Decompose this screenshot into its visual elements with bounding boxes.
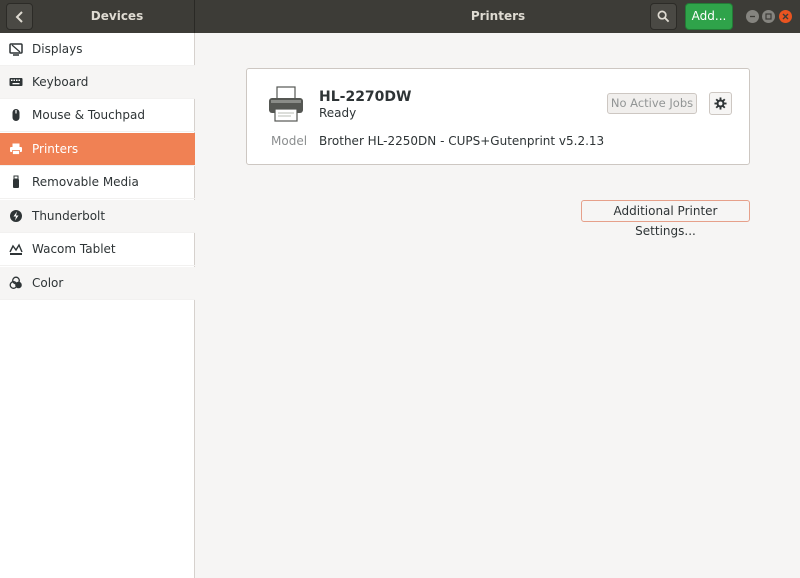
close-icon (782, 13, 789, 20)
sidebar-item-printers[interactable]: Printers (0, 133, 195, 166)
devices-title: Devices (90, 9, 144, 23)
color-icon (0, 276, 32, 290)
sidebar-item-label: Wacom Tablet (32, 242, 116, 256)
tablet-icon (0, 242, 32, 256)
sidebar-item-color[interactable]: Color (0, 267, 195, 300)
add-printer-button[interactable]: Add... (685, 3, 733, 30)
printer-icon (269, 86, 303, 122)
printer-card: HL-2270DW Ready No Active Jobs Model Bro… (246, 68, 750, 165)
header-bar: Devices Printers Add... (0, 0, 800, 33)
sidebar-item-label: Removable Media (32, 175, 139, 189)
sidebar-item-label: Displays (32, 42, 83, 56)
back-button[interactable] (6, 3, 33, 30)
keyboard-icon (0, 75, 32, 89)
sidebar-item-thunderbolt[interactable]: Thunderbolt (0, 200, 195, 233)
model-label: Model (271, 134, 308, 148)
sidebar: Displays Keyboard Mouse & Touchpad Print… (0, 33, 195, 578)
thunderbolt-icon (0, 209, 32, 223)
maximize-icon (765, 13, 772, 20)
sidebar-item-label: Color (32, 276, 64, 290)
printer-status: Ready (319, 106, 357, 120)
additional-printer-settings-button[interactable]: Additional Printer Settings... (581, 200, 750, 238)
sidebar-item-displays[interactable]: Displays (0, 33, 195, 66)
sidebar-item-label: Printers (32, 142, 79, 156)
sidebar-header: Devices (0, 0, 195, 33)
chevron-left-icon (15, 10, 23, 23)
close-button[interactable] (779, 10, 792, 23)
sidebar-item-label: Thunderbolt (32, 209, 106, 223)
printer-settings-button[interactable] (709, 92, 732, 115)
search-icon (657, 10, 670, 23)
search-button[interactable] (650, 3, 677, 30)
mouse-icon (0, 108, 32, 122)
sidebar-item-keyboard[interactable]: Keyboard (0, 66, 195, 99)
sidebar-item-label: Mouse & Touchpad (32, 108, 145, 122)
printers-panel: HL-2270DW Ready No Active Jobs Model Bro… (196, 33, 800, 578)
sidebar-item-removable-media[interactable]: Removable Media (0, 166, 195, 199)
printer-name: HL-2270DW (319, 89, 412, 105)
display-icon (0, 42, 32, 56)
gear-icon (714, 97, 727, 110)
active-jobs-button[interactable]: No Active Jobs (607, 93, 697, 114)
minimize-icon (750, 15, 755, 18)
maximize-button[interactable] (762, 10, 775, 23)
model-value: Brother HL-2250DN - CUPS+Gutenprint v5.2… (319, 134, 605, 148)
sidebar-item-wacom-tablet[interactable]: Wacom Tablet (0, 233, 195, 266)
minimize-button[interactable] (746, 10, 759, 23)
printer-icon (0, 142, 32, 156)
sidebar-item-mouse-touchpad[interactable]: Mouse & Touchpad (0, 99, 195, 132)
sidebar-item-label: Keyboard (32, 75, 89, 89)
usb-drive-icon (0, 175, 32, 189)
